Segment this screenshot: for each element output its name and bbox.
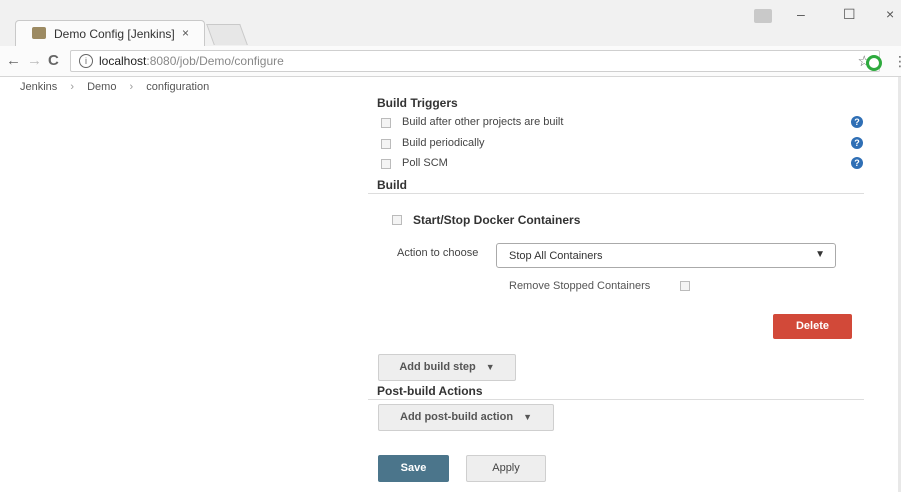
- docker-step-checkbox[interactable]: [392, 215, 402, 225]
- user-profile-icon[interactable]: [754, 9, 772, 23]
- build-periodically-label: Build periodically: [402, 137, 485, 149]
- url-path: :8080/job/Demo/configure: [146, 54, 284, 68]
- build-section-title: Build: [377, 178, 407, 192]
- dropdown-arrow-icon: ▼: [485, 362, 495, 372]
- tab-close-icon[interactable]: ×: [182, 26, 189, 40]
- back-icon[interactable]: ←: [6, 52, 21, 69]
- build-periodically-checkbox[interactable]: [381, 139, 391, 149]
- dropdown-arrow-icon: ▼: [815, 249, 825, 260]
- url-host: localhost: [99, 54, 147, 68]
- section-divider: [368, 399, 864, 400]
- browser-tab[interactable]: Demo Config [Jenkins] ×: [15, 20, 205, 46]
- new-tab-button[interactable]: [206, 24, 248, 45]
- extension-icon[interactable]: [866, 55, 882, 71]
- remove-stopped-containers-checkbox[interactable]: [680, 281, 690, 291]
- save-button[interactable]: Save: [378, 455, 449, 482]
- add-post-build-action-button[interactable]: Add post-build action ▼: [378, 404, 554, 431]
- breadcrumb-jenkins[interactable]: Jenkins: [20, 81, 57, 93]
- minimize-icon[interactable]: –: [797, 6, 805, 22]
- add-build-step-button[interactable]: Add build step ▼: [378, 354, 516, 381]
- help-icon[interactable]: ?: [851, 116, 863, 128]
- remove-stopped-containers-label: Remove Stopped Containers: [509, 280, 651, 292]
- forward-icon[interactable]: →: [27, 52, 42, 69]
- poll-scm-label: Poll SCM: [402, 157, 448, 169]
- delete-step-button[interactable]: Delete: [773, 314, 852, 339]
- site-info-icon[interactable]: i: [79, 54, 93, 68]
- breadcrumb-separator: ›: [70, 81, 75, 93]
- apply-button[interactable]: Apply: [466, 455, 546, 482]
- browser-menu-icon[interactable]: ⋮: [893, 53, 901, 70]
- action-to-choose-label: Action to choose: [397, 247, 479, 259]
- action-select[interactable]: Stop All Containers ▼: [496, 243, 836, 268]
- breadcrumb-demo[interactable]: Demo: [87, 81, 116, 93]
- browser-toolbar: ← → C i localhost:8080/job/Demo/configur…: [0, 46, 901, 77]
- help-icon[interactable]: ?: [851, 157, 863, 169]
- address-bar[interactable]: i localhost:8080/job/Demo/configure ☆: [70, 50, 880, 72]
- build-triggers-title: Build Triggers: [377, 96, 458, 110]
- breadcrumb: Jenkins › Demo › configuration: [20, 81, 209, 93]
- breadcrumb-configuration[interactable]: configuration: [146, 81, 209, 93]
- dropdown-arrow-icon: ▼: [523, 412, 532, 422]
- post-build-actions-title: Post-build Actions: [377, 384, 483, 398]
- reload-icon[interactable]: C: [48, 52, 59, 69]
- maximize-icon[interactable]: ☐: [843, 6, 856, 23]
- poll-scm-checkbox[interactable]: [381, 159, 391, 169]
- help-icon[interactable]: ?: [851, 137, 863, 149]
- close-icon[interactable]: ×: [886, 6, 894, 22]
- docker-step-title: Start/Stop Docker Containers: [413, 213, 581, 227]
- tab-title: Demo Config [Jenkins]: [54, 27, 175, 41]
- section-divider: [368, 193, 864, 194]
- browser-titlebar: Demo Config [Jenkins] × – ☐ ×: [0, 0, 901, 46]
- add-post-build-action-label: Add post-build action: [400, 411, 514, 423]
- add-build-step-label: Add build step: [399, 361, 476, 373]
- action-select-value: Stop All Containers: [509, 250, 603, 262]
- build-after-other-projects-label: Build after other projects are built: [402, 116, 564, 128]
- jenkins-favicon-icon: [32, 27, 46, 39]
- build-after-other-projects-checkbox[interactable]: [381, 118, 391, 128]
- breadcrumb-separator: ›: [129, 81, 134, 93]
- url-text: localhost:8080/job/Demo/configure: [99, 54, 284, 68]
